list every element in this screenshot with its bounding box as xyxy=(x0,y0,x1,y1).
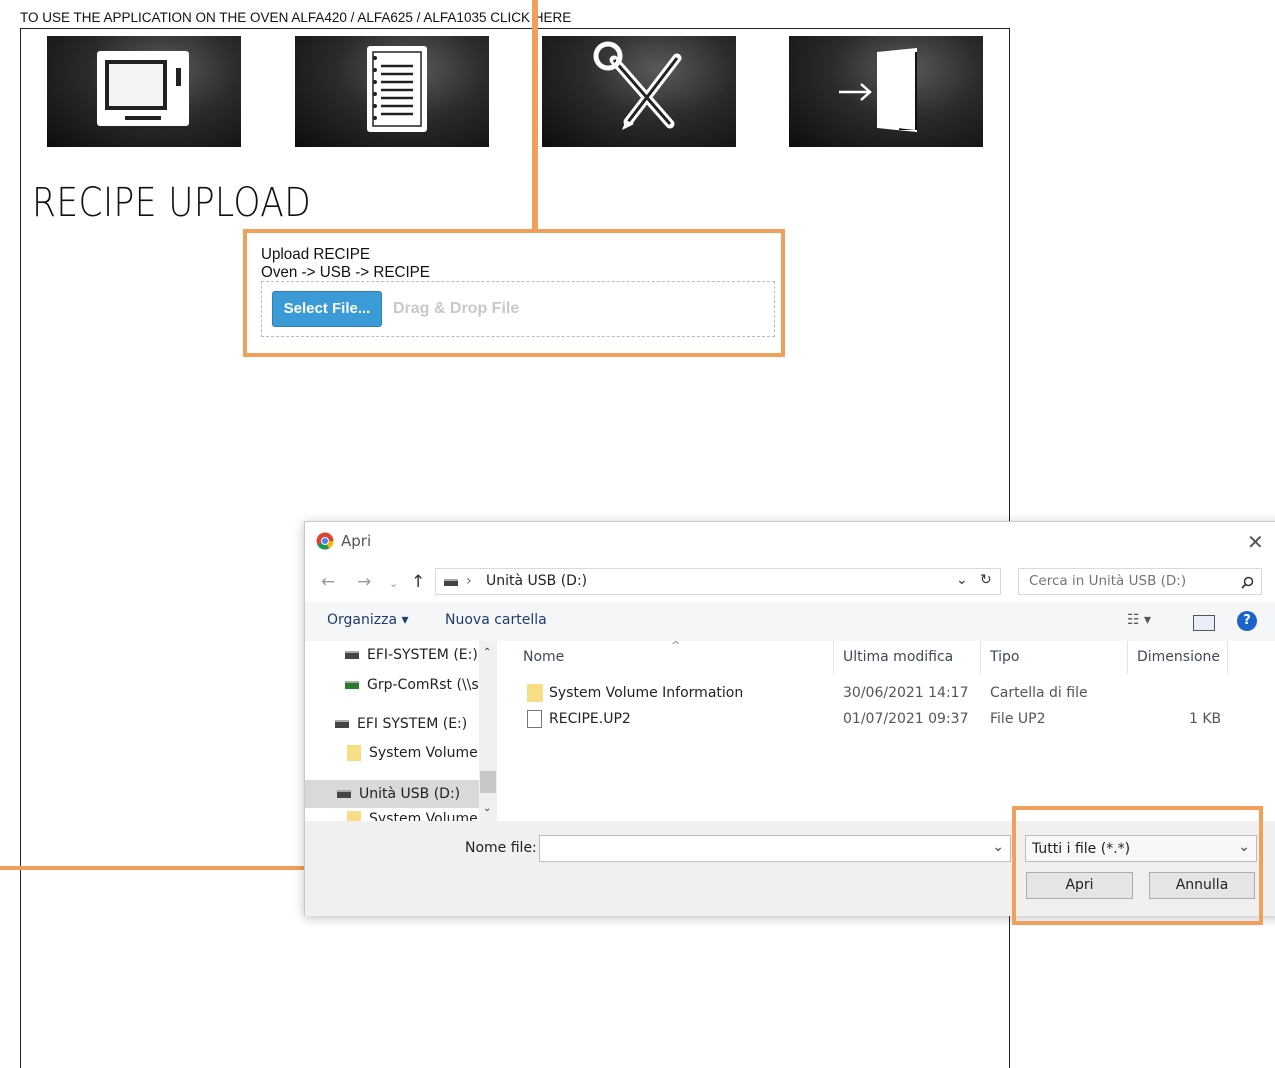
breadcrumb-chevron-icon: › xyxy=(466,573,472,589)
folder-icon xyxy=(347,811,361,821)
address-text: Unità USB (D:) xyxy=(486,573,588,589)
settings-tile[interactable] xyxy=(542,36,736,147)
nav-item-system-volume[interactable]: System Volume I xyxy=(347,745,486,771)
file-name: RECIPE.UP2 xyxy=(549,711,631,727)
search-input[interactable] xyxy=(1027,572,1231,590)
address-bar[interactable]: › Unità USB (D:) ⌄ ↻ xyxy=(435,568,1001,595)
preview-pane-icon[interactable] xyxy=(1193,615,1215,631)
file-type: File UP2 xyxy=(990,711,1046,727)
oven-icon xyxy=(97,51,189,126)
column-size[interactable]: Dimensione xyxy=(1137,649,1220,665)
sort-arrow-icon: ^ xyxy=(671,639,681,652)
drive-icon xyxy=(335,720,349,728)
dialog-title: Apri xyxy=(341,532,372,550)
folder-icon xyxy=(527,684,543,702)
column-divider xyxy=(1127,641,1128,674)
file-row[interactable]: System Volume Information 30/06/2021 14:… xyxy=(517,681,1275,707)
column-name[interactable]: Nome xyxy=(523,649,564,665)
file-size: 1 KB xyxy=(1189,711,1222,727)
address-dropdown-icon[interactable]: ⌄ xyxy=(956,572,968,588)
drive-icon xyxy=(444,579,458,586)
new-folder-button[interactable]: Nuova cartella xyxy=(445,612,547,628)
dialog-toolbar: Organizza ▾ Nuova cartella ☷ ▾ ? xyxy=(305,602,1275,641)
upload-panel: Upload RECIPE Oven -> USB -> RECIPE Sele… xyxy=(243,229,785,357)
forward-arrow-icon[interactable]: → xyxy=(357,572,371,592)
oven-application-link[interactable]: TO USE THE APPLICATION ON THE OVEN ALFA4… xyxy=(20,10,571,25)
nav-item-efi-system[interactable]: EFI-SYSTEM (E:) xyxy=(345,647,478,673)
scroll-down-icon[interactable]: ⌄ xyxy=(483,803,491,814)
search-icon xyxy=(1241,576,1254,589)
file-type: Cartella di file xyxy=(990,685,1088,701)
search-field[interactable] xyxy=(1018,568,1262,595)
refresh-icon[interactable]: ↻ xyxy=(980,572,992,588)
file-modified: 01/07/2021 09:37 xyxy=(843,711,969,727)
recent-dropdown-icon[interactable]: ⌄ xyxy=(389,577,398,590)
recipe-book-tile[interactable] xyxy=(295,36,489,147)
page-title: RECIPE UPLOAD xyxy=(32,180,312,226)
chrome-icon xyxy=(316,532,334,550)
upload-title: Upload RECIPE xyxy=(261,246,370,263)
notebook-icon xyxy=(367,46,427,132)
nav-item-usb-drive[interactable]: Unità USB (D:) xyxy=(305,780,479,808)
tools-icon xyxy=(593,41,682,130)
column-modified[interactable]: Ultima modifica xyxy=(843,649,953,665)
column-divider xyxy=(980,641,981,674)
close-icon[interactable]: ✕ xyxy=(1247,530,1264,554)
back-arrow-icon[interactable]: ← xyxy=(321,572,335,592)
oven-tile[interactable] xyxy=(47,36,241,147)
file-row[interactable]: RECIPE.UP2 01/07/2021 09:37 File UP2 1 K… xyxy=(517,707,1275,733)
filename-label: Nome file: xyxy=(465,840,537,856)
column-type[interactable]: Tipo xyxy=(990,649,1019,665)
file-icon xyxy=(527,710,542,728)
column-divider xyxy=(1227,641,1228,674)
scroll-up-icon[interactable]: ⌃ xyxy=(483,647,491,658)
help-icon[interactable]: ? xyxy=(1237,611,1257,631)
scroll-thumb[interactable] xyxy=(480,771,496,793)
navigation-pane: EFI-SYSTEM (E:) Grp-ComRst (\\s EFI SYST… xyxy=(305,641,497,821)
select-file-button[interactable]: Select File... xyxy=(272,291,382,327)
callout-line-top xyxy=(532,0,538,232)
file-list: ^ Nome Ultima modifica Tipo Dimensione S… xyxy=(517,639,1275,821)
upload-path: Oven -> USB -> RECIPE xyxy=(261,264,430,281)
file-name: System Volume Information xyxy=(549,685,744,701)
folder-icon xyxy=(347,745,361,761)
up-arrow-icon[interactable]: ↑ xyxy=(411,572,425,592)
column-divider xyxy=(833,641,834,674)
nav-item-efi-system-2[interactable]: EFI SYSTEM (E:) xyxy=(335,716,467,742)
exit-door-icon xyxy=(839,48,917,132)
nav-item-system-volume-2[interactable]: System Volume I xyxy=(347,811,486,821)
filename-input[interactable]: ⌄ xyxy=(539,835,1011,862)
network-drive-icon xyxy=(345,681,359,689)
action-buttons-highlight xyxy=(1012,806,1263,925)
logout-tile[interactable] xyxy=(789,36,983,147)
filename-dropdown-icon[interactable]: ⌄ xyxy=(992,839,1004,855)
nav-item-network-drive[interactable]: Grp-ComRst (\\s xyxy=(345,677,479,703)
drive-icon xyxy=(337,790,351,798)
organize-menu[interactable]: Organizza ▾ xyxy=(327,612,409,628)
drag-drop-hint: Drag & Drop File xyxy=(393,300,520,317)
drop-zone[interactable]: Select File... Drag & Drop File xyxy=(261,281,775,337)
nav-scrollbar[interactable]: ⌃ ⌄ xyxy=(479,641,497,821)
drive-icon xyxy=(345,651,359,659)
file-modified: 30/06/2021 14:17 xyxy=(843,685,969,701)
view-options-icon[interactable]: ☷ ▾ xyxy=(1127,612,1151,628)
